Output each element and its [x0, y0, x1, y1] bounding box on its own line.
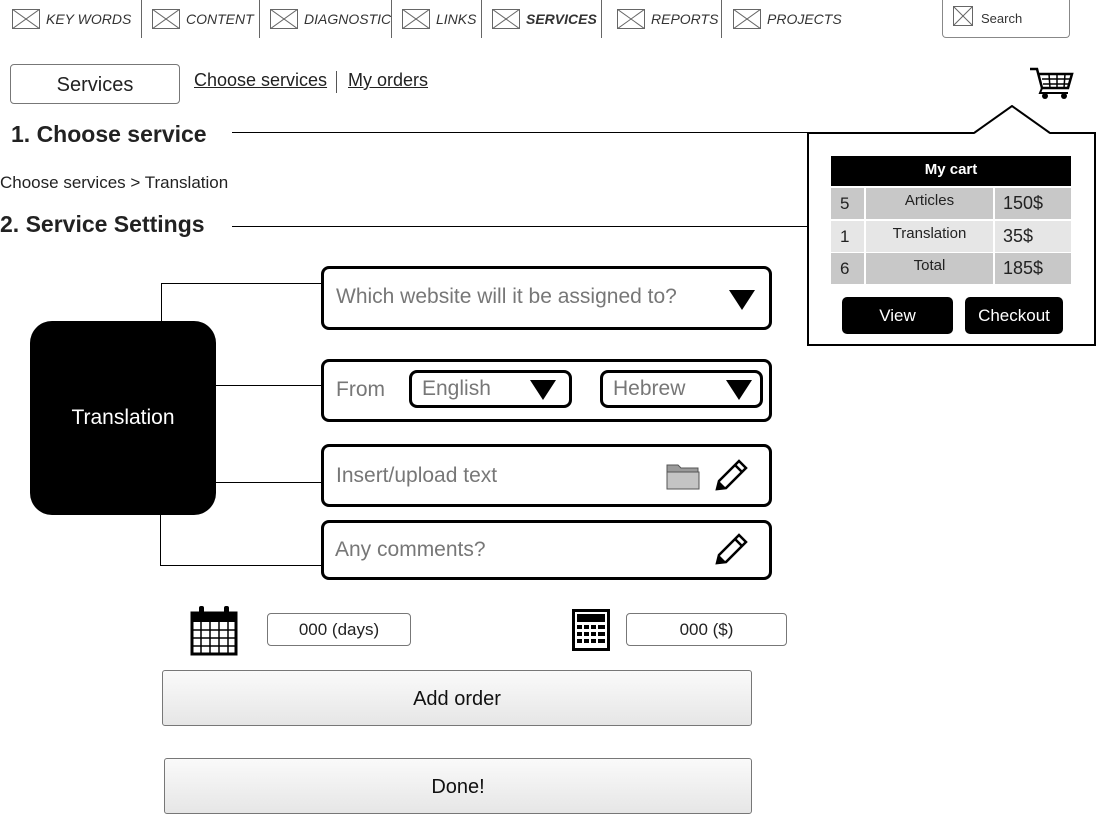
- connector-line: [160, 565, 322, 566]
- link-divider: [336, 71, 337, 93]
- service-name: Translation: [71, 406, 175, 429]
- nav-divider: [481, 0, 482, 38]
- cart-item: Total: [866, 253, 995, 284]
- nav-item-content[interactable]: CONTENT: [152, 0, 254, 38]
- service-node-translation: Translation: [30, 321, 216, 515]
- nav-label: PROJECTS: [767, 11, 842, 27]
- placeholder-image-icon: [12, 9, 40, 29]
- to-language-select[interactable]: Hebrew: [600, 370, 763, 408]
- placeholder-image-icon: [492, 9, 520, 29]
- dropdown-arrow-icon: [729, 290, 755, 310]
- section-divider: [232, 132, 809, 133]
- nav-label: KEY WORDS: [46, 11, 132, 27]
- to-language-value: Hebrew: [613, 377, 686, 400]
- checkout-button[interactable]: Checkout: [965, 297, 1063, 334]
- cart-qty: 5: [831, 188, 866, 219]
- placeholder-image-icon: [733, 9, 761, 29]
- shopping-cart-icon[interactable]: [1028, 66, 1074, 100]
- search-label: Search: [981, 11, 1023, 26]
- section-divider: [232, 226, 809, 227]
- price-field[interactable]: 000 ($): [626, 613, 787, 646]
- nav-item-key-words[interactable]: KEY WORDS: [12, 0, 131, 38]
- nav-item-diagnostic[interactable]: DIAGNOSTIC: [270, 0, 391, 38]
- placeholder-image-icon: [953, 5, 973, 26]
- cart-qty: 6: [831, 253, 866, 284]
- pencil-icon[interactable]: [713, 459, 749, 493]
- nav-label: SERVICES: [526, 11, 597, 27]
- nav-divider: [721, 0, 722, 38]
- comments-field[interactable]: Any comments?: [321, 520, 772, 580]
- nav-divider: [259, 0, 260, 38]
- nav-label: CONTENT: [186, 11, 254, 27]
- connector-line: [161, 283, 162, 321]
- nav-item-reports[interactable]: REPORTS: [617, 0, 718, 38]
- search-box[interactable]: Search: [942, 0, 1070, 38]
- upload-text-field[interactable]: Insert/upload text: [321, 444, 772, 507]
- breadcrumb: Choose services > Translation: [0, 173, 229, 192]
- my-orders-link[interactable]: My orders: [348, 70, 428, 91]
- nav-item-links[interactable]: LINKS: [402, 0, 476, 38]
- cart-row: 5 Articles 150$: [831, 188, 1071, 219]
- services-button[interactable]: Services: [10, 64, 180, 104]
- cart-row: 1 Translation 35$: [831, 221, 1071, 252]
- service-settings-title: 2. Service Settings: [0, 211, 205, 237]
- nav-label: DIAGNOSTIC: [304, 11, 392, 27]
- add-order-button[interactable]: Add order: [162, 670, 752, 726]
- view-cart-button[interactable]: View: [842, 297, 953, 334]
- nav-divider: [601, 0, 602, 38]
- calculator-icon: [572, 609, 610, 651]
- from-language-select[interactable]: English: [409, 370, 572, 408]
- days-field[interactable]: 000 (days): [267, 613, 411, 646]
- choose-services-link[interactable]: Choose services: [194, 70, 327, 91]
- cart-price: 35$: [1003, 226, 1034, 246]
- cart-row: 6 Total 185$: [831, 253, 1071, 284]
- cart-price: 150$: [1003, 193, 1044, 213]
- cart-price: 185$: [1003, 258, 1044, 278]
- pencil-icon[interactable]: [713, 533, 749, 567]
- dropdown-arrow-icon: [530, 380, 556, 400]
- placeholder-image-icon: [152, 9, 180, 29]
- website-select[interactable]: Which website will it be assigned to?: [321, 266, 772, 330]
- dropdown-arrow-icon: [726, 380, 752, 400]
- nav-item-projects[interactable]: PROJECTS: [733, 0, 842, 38]
- nav-item-services[interactable]: SERVICES: [492, 0, 597, 38]
- connector-line: [216, 482, 322, 483]
- done-button[interactable]: Done!: [164, 758, 752, 814]
- placeholder-image-icon: [617, 9, 645, 29]
- nav-label: LINKS: [436, 11, 477, 27]
- cart-item: Articles: [866, 188, 995, 219]
- nav-label: REPORTS: [651, 11, 719, 27]
- placeholder-image-icon: [402, 9, 430, 29]
- connector-line: [161, 283, 322, 284]
- choose-service-title: 1. Choose service: [11, 121, 207, 147]
- nav-divider: [391, 0, 392, 38]
- website-select-placeholder: Which website will it be assigned to?: [336, 285, 677, 308]
- placeholder-image-icon: [270, 9, 298, 29]
- cart-title: My cart: [831, 156, 1071, 186]
- from-label: From: [336, 378, 385, 401]
- comments-placeholder: Any comments?: [335, 538, 486, 561]
- cart-qty: 1: [831, 221, 866, 252]
- cart-popup-pointer: [974, 105, 1050, 134]
- calendar-icon: [190, 606, 238, 656]
- connector-line: [160, 515, 161, 566]
- connector-line: [216, 385, 322, 386]
- nav-divider: [141, 0, 142, 38]
- from-language-value: English: [422, 377, 491, 400]
- cart-item: Translation: [866, 221, 995, 252]
- upload-text-placeholder: Insert/upload text: [336, 464, 498, 487]
- folder-icon[interactable]: [666, 461, 700, 491]
